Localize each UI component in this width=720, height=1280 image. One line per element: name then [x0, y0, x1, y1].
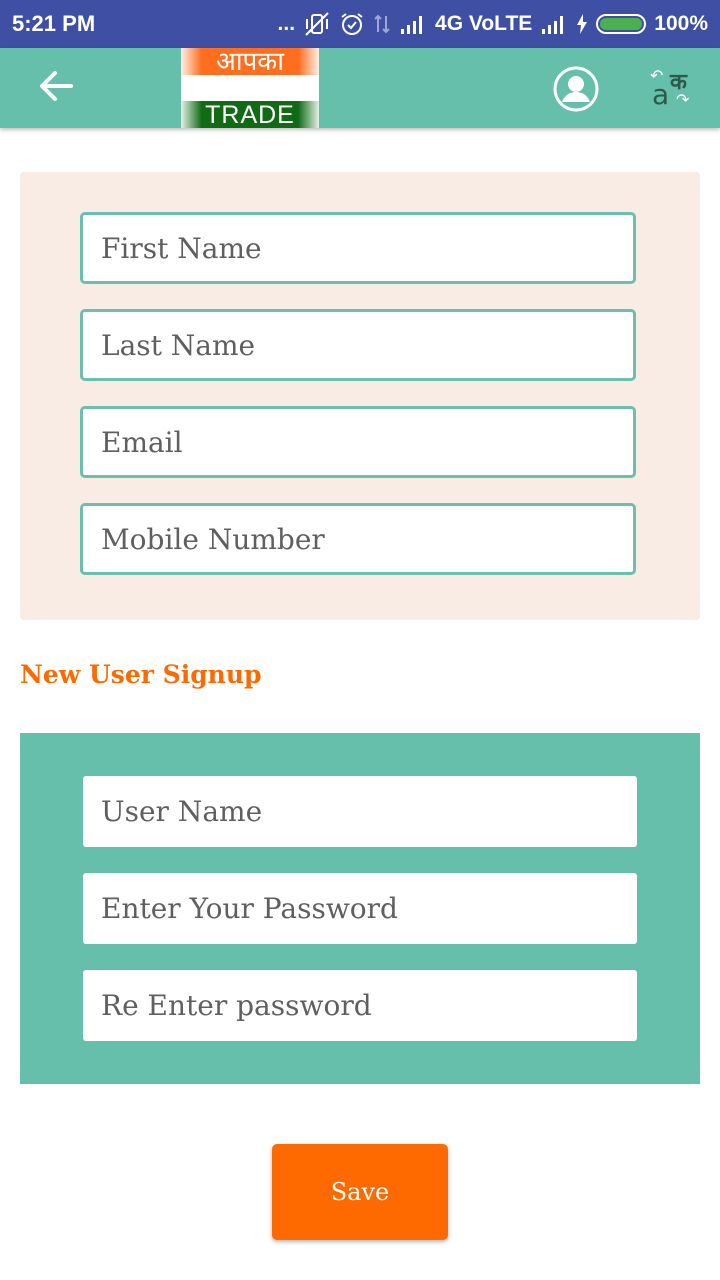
reenter-password-input[interactable]: [83, 970, 637, 1041]
username-input[interactable]: [83, 776, 637, 847]
password-field[interactable]: [83, 873, 637, 944]
data-arrows-icon: [373, 12, 391, 36]
mobile-input[interactable]: [83, 506, 633, 572]
status-time: 5:21 PM: [12, 11, 96, 36]
reenter-password-field[interactable]: [83, 970, 637, 1041]
signal-icon-2: [540, 13, 568, 35]
credentials-panel: [20, 733, 700, 1084]
username-field[interactable]: [83, 776, 637, 847]
mobile-field[interactable]: [80, 503, 636, 575]
language-switch-button[interactable]: ↶ क a ↷: [648, 64, 696, 112]
last-name-input[interactable]: [83, 312, 633, 378]
latin-char: a: [652, 78, 670, 111]
first-name-input[interactable]: [83, 215, 633, 281]
back-arrow-icon: [38, 70, 74, 106]
battery-percent: 100%: [654, 12, 708, 35]
email-field[interactable]: [80, 406, 636, 478]
profile-icon: [552, 66, 600, 117]
status-bar: 5:21 PM ... 4G VoLTE 100%: [0, 0, 720, 48]
signal-icon: [399, 13, 427, 35]
first-name-field[interactable]: [80, 212, 636, 284]
charging-icon: [576, 13, 588, 35]
back-button[interactable]: [28, 64, 84, 112]
logo-trade-text: TRADE: [181, 101, 319, 128]
email-input[interactable]: [83, 409, 633, 475]
vibrate-off-icon: [303, 11, 331, 37]
more-dots: ...: [277, 12, 296, 35]
last-name-field[interactable]: [80, 309, 636, 381]
password-input[interactable]: [83, 873, 637, 944]
app-toolbar: आपका TRADE ↶ क a ↷: [0, 48, 720, 128]
status-icons: ... 4G VoLTE 100%: [278, 0, 708, 48]
save-button[interactable]: Save: [272, 1144, 448, 1240]
battery-icon: [596, 14, 647, 34]
signup-heading: New User Signup: [20, 660, 262, 689]
profile-button[interactable]: [552, 65, 600, 113]
app-logo: आपका TRADE: [181, 48, 319, 128]
alarm-icon: [339, 11, 365, 37]
logo-hindi-text: आपका: [181, 48, 319, 75]
network-label: 4G VoLTE: [435, 12, 533, 35]
personal-details-panel: [20, 172, 700, 620]
